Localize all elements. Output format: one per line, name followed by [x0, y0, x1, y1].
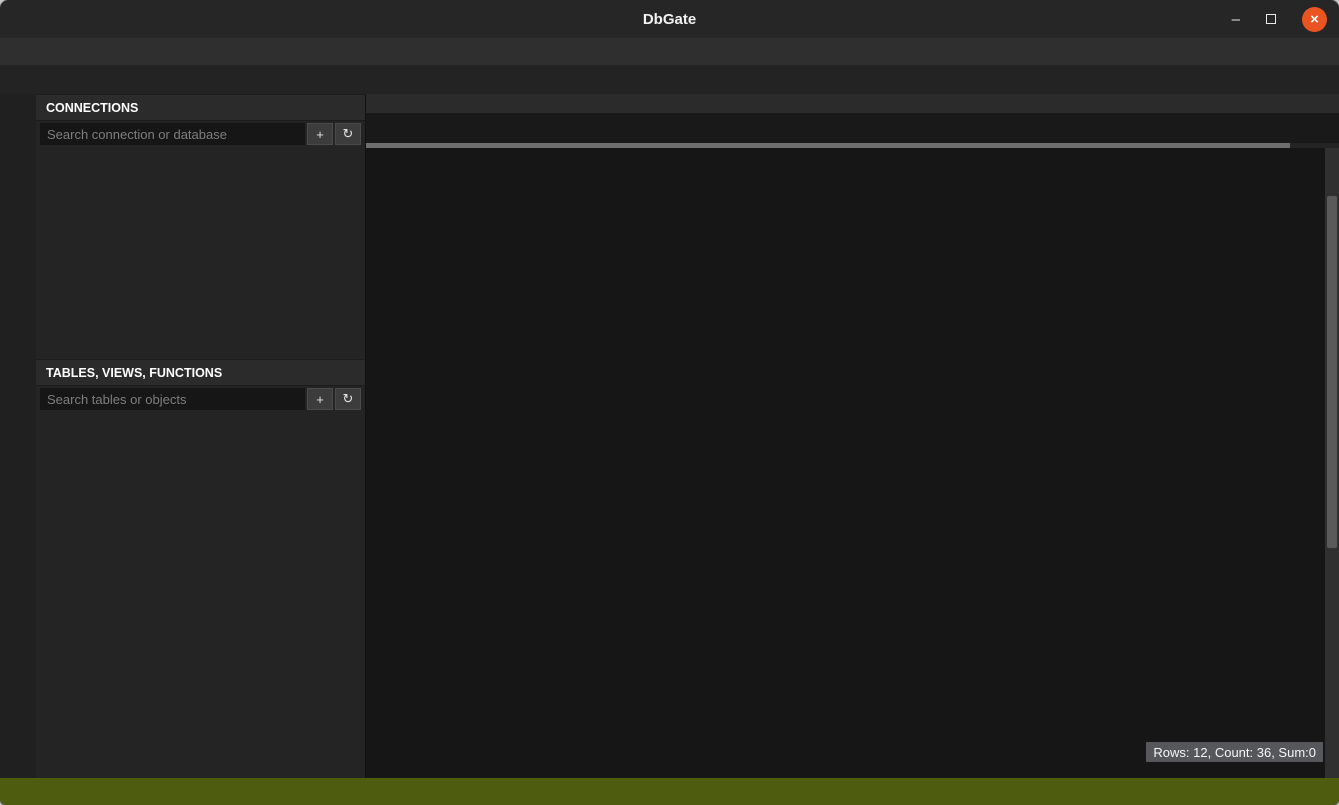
connections-panel-title: CONNECTIONS [36, 94, 365, 121]
minimize-button[interactable]: – [1232, 12, 1240, 27]
data-grid-wrap: Rows: 12, Count: 36, Sum:0 [366, 148, 1339, 778]
refresh-connections-button[interactable]: ↻ [335, 123, 361, 145]
refresh-tables-button[interactable]: ↻ [335, 388, 361, 410]
vertical-scrollbar-thumb[interactable] [1327, 196, 1337, 548]
tables-panel-title: TABLES, VIEWS, FUNCTIONS [36, 359, 365, 386]
data-grid [366, 148, 1325, 778]
window-controls: – × [1232, 7, 1339, 32]
tables-search-input[interactable] [40, 388, 305, 410]
left-icon-rail [0, 94, 36, 778]
app-window: DbGate – × CONNECTIONS + ↻ TABLES, VIEWS… [0, 0, 1339, 805]
tables-tree [36, 412, 365, 778]
database-tab-bar [366, 94, 1339, 113]
tables-search-row: + ↻ [36, 386, 365, 412]
title-bar: DbGate – × [0, 0, 1339, 38]
sidebar: CONNECTIONS + ↻ TABLES, VIEWS, FUNCTIONS… [36, 94, 366, 778]
file-tab-bar [366, 113, 1339, 143]
vertical-scrollbar[interactable] [1325, 148, 1339, 778]
selection-stats-overlay: Rows: 12, Count: 36, Sum:0 [1146, 742, 1323, 762]
main-area: CONNECTIONS + ↻ TABLES, VIEWS, FUNCTIONS… [0, 94, 1339, 778]
connections-list [36, 147, 365, 359]
menu-bar [0, 38, 1339, 66]
toolbar [0, 66, 1339, 94]
close-button[interactable]: × [1302, 7, 1327, 32]
add-table-small-button[interactable]: + [307, 388, 333, 410]
add-connection-small-button[interactable]: + [307, 123, 333, 145]
window-title: DbGate [0, 11, 1339, 28]
status-bar [0, 778, 1339, 805]
connections-search-input[interactable] [40, 123, 305, 145]
connections-search-row: + ↻ [36, 121, 365, 147]
maximize-button[interactable] [1266, 14, 1276, 24]
content-area: Rows: 12, Count: 36, Sum:0 [366, 94, 1339, 778]
